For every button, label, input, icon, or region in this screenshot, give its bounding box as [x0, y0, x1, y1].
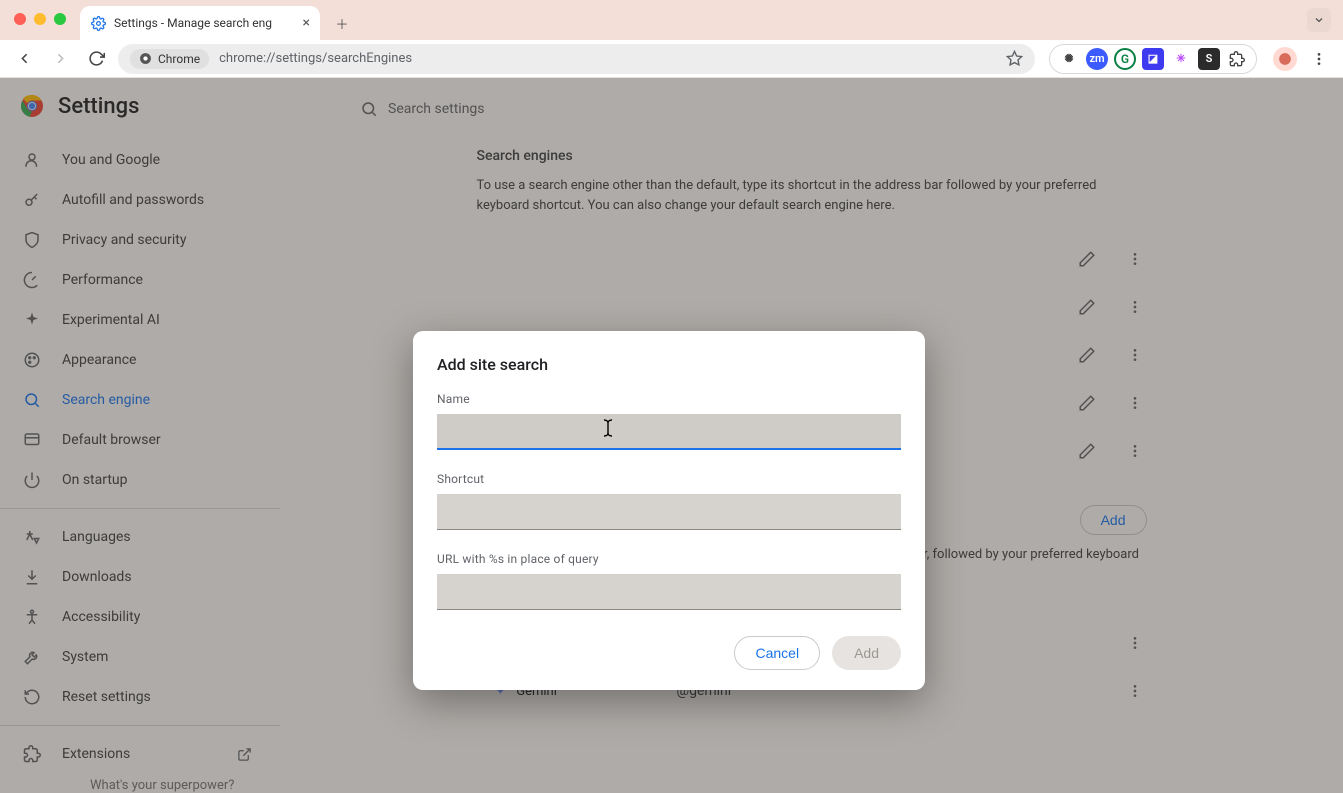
name-input[interactable] [437, 414, 901, 450]
extension-icon-3[interactable]: G [1114, 48, 1136, 70]
window-controls [14, 13, 66, 25]
url-label: URL with %s in place of query [437, 552, 901, 566]
settings-page: Settings Search settings You and Google … [0, 78, 1343, 793]
back-button[interactable] [10, 45, 38, 73]
reload-button[interactable] [82, 45, 110, 73]
minimize-window-button[interactable] [34, 13, 46, 25]
tab-title: Settings - Manage search eng [114, 16, 295, 30]
cancel-button[interactable]: Cancel [734, 636, 820, 670]
close-window-button[interactable] [14, 13, 26, 25]
gear-icon [90, 15, 106, 31]
tabs-dropdown-icon[interactable] [1307, 8, 1331, 32]
site-chip: Chrome [130, 49, 209, 69]
extension-icon-5[interactable]: ✳ [1170, 48, 1192, 70]
shortcut-label: Shortcut [437, 472, 901, 486]
extension-icon-6[interactable]: S [1198, 48, 1220, 70]
name-label: Name [437, 392, 901, 406]
close-tab-icon[interactable]: × [303, 15, 310, 31]
extensions-puzzle-icon[interactable] [1226, 48, 1248, 70]
extension-icon-2[interactable]: zm [1086, 48, 1108, 70]
browser-menu-icon[interactable] [1305, 45, 1333, 73]
forward-button[interactable] [46, 45, 74, 73]
url-input[interactable] [437, 574, 901, 610]
bookmark-star-icon[interactable] [1006, 50, 1023, 67]
browser-tab[interactable]: Settings - Manage search eng × [80, 6, 320, 40]
shortcut-input[interactable] [437, 494, 901, 530]
extensions-bar: ✺ zm G ◪ ✳ S [1049, 44, 1257, 74]
site-chip-label: Chrome [158, 52, 200, 66]
extension-icon-1[interactable]: ✺ [1058, 48, 1080, 70]
footer-snippet: What's your superpower? [90, 778, 234, 793]
profile-avatar[interactable] [1273, 47, 1297, 71]
tab-strip: Settings - Manage search eng × ＋ [0, 0, 1343, 40]
url-text: chrome://settings/searchEngines [219, 51, 412, 66]
new-tab-button[interactable]: ＋ [328, 9, 356, 37]
browser-toolbar: Chrome chrome://settings/searchEngines ✺… [0, 40, 1343, 78]
address-bar[interactable]: Chrome chrome://settings/searchEngines [118, 44, 1035, 74]
add-submit-button[interactable]: Add [832, 636, 901, 670]
maximize-window-button[interactable] [54, 13, 66, 25]
dialog-title: Add site search [437, 355, 901, 374]
add-site-search-dialog: Add site search Name Shortcut URL with %… [413, 331, 925, 690]
extension-icon-4[interactable]: ◪ [1142, 48, 1164, 70]
